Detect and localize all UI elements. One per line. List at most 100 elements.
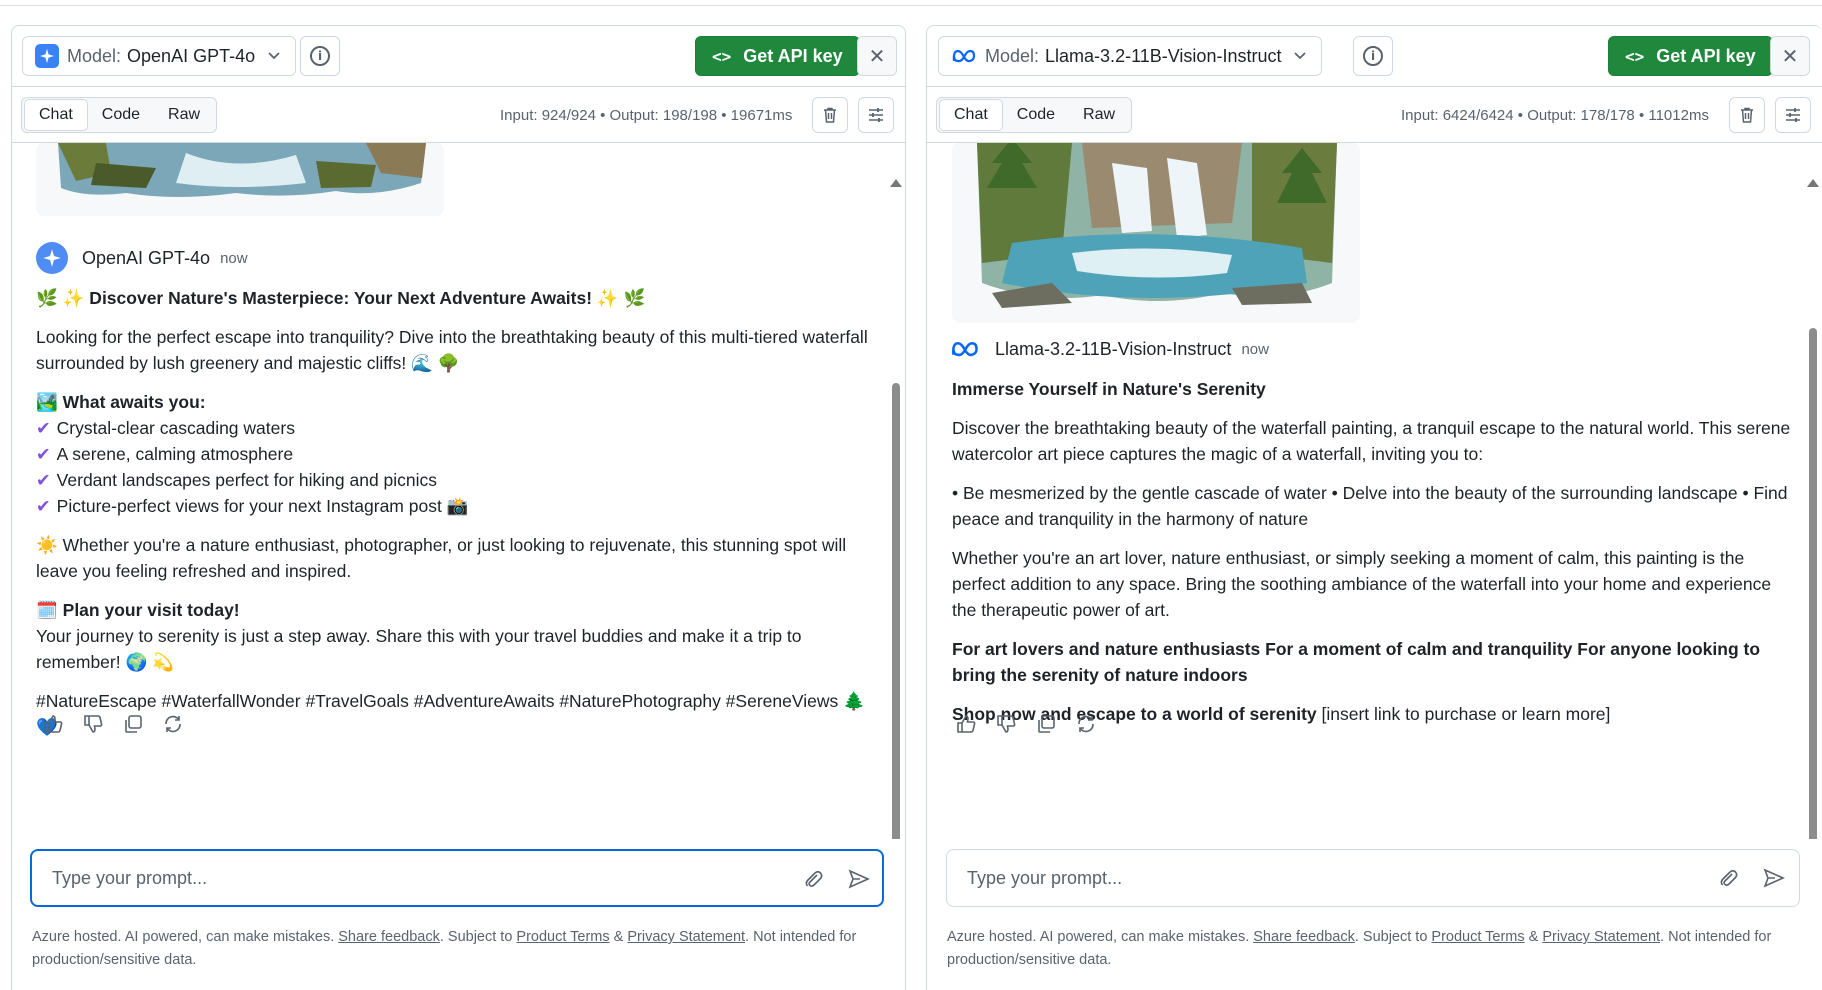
- model-info-button[interactable]: i: [1353, 36, 1393, 76]
- info-icon: i: [1363, 46, 1383, 66]
- chat-panel-llama: Model: Llama-3.2-11B-Vision-Instruct i <…: [926, 25, 1822, 990]
- message-actions: [42, 713, 184, 735]
- share-feedback-link[interactable]: Share feedback: [1253, 929, 1355, 945]
- close-panel-button[interactable]: ✕: [1770, 36, 1810, 76]
- list-item: ✔ Picture-perfect views for your next Ins…: [36, 496, 469, 516]
- meta-icon: [949, 333, 981, 365]
- copy-button[interactable]: [122, 713, 144, 735]
- model-selector[interactable]: Model: OpenAI GPT-4o: [22, 36, 297, 76]
- attached-image: [952, 143, 1360, 323]
- check-icon: ✔: [36, 496, 51, 516]
- copy-icon: [125, 715, 142, 733]
- settings-sliders-icon: [1786, 108, 1800, 122]
- message-para: • Be mesmerized by the gentle cascade of…: [952, 483, 1788, 529]
- chat-scrollbar[interactable]: [1805, 143, 1819, 839]
- model-selector[interactable]: Model: Llama-3.2-11B-Vision-Instruct: [938, 36, 1323, 76]
- code-icon: <>: [712, 46, 732, 66]
- footer-text: &: [609, 929, 628, 945]
- parameters-button[interactable]: [858, 97, 894, 133]
- privacy-statement-link[interactable]: Privacy Statement: [627, 929, 745, 945]
- refresh-icon: [165, 715, 181, 733]
- thumbs-up-button[interactable]: [42, 713, 64, 735]
- close-panel-button[interactable]: ✕: [857, 36, 897, 76]
- send-icon[interactable]: [848, 868, 870, 890]
- info-icon: i: [310, 46, 330, 66]
- refresh-icon: [1078, 715, 1094, 733]
- list-item: ✔ Verdant landscapes perfect for hiking a…: [36, 470, 438, 490]
- tab-code[interactable]: Code: [88, 99, 154, 131]
- check-icon: ✔: [36, 470, 51, 490]
- token-stats: Input: 924/924 • Output: 198/198 • 19671…: [500, 106, 793, 124]
- chat-area: Llama-3.2-11B-Vision-Instruct now Immers…: [927, 143, 1822, 839]
- send-icon[interactable]: [1763, 867, 1785, 889]
- message-para: Whether you're an art lover, nature enth…: [952, 548, 1772, 620]
- paperclip-icon[interactable]: [1717, 867, 1739, 889]
- plan-title: 🗓️ Plan your visit today!: [36, 600, 240, 620]
- tab-raw[interactable]: Raw: [154, 99, 214, 131]
- copy-button[interactable]: [1035, 713, 1057, 735]
- model-name: Llama-3.2-11B-Vision-Instruct: [1045, 45, 1282, 66]
- regenerate-button[interactable]: [1075, 713, 1097, 735]
- tab-chat[interactable]: Chat: [939, 99, 1003, 131]
- trash-icon: [824, 107, 836, 123]
- message-header: Llama-3.2-11B-Vision-Instruct now: [949, 333, 1269, 365]
- close-icon: ✕: [1781, 44, 1799, 68]
- close-icon: ✕: [868, 44, 886, 68]
- thumbs-up-button[interactable]: [955, 713, 977, 735]
- tab-chat[interactable]: Chat: [24, 99, 88, 131]
- tab-code[interactable]: Code: [1003, 99, 1069, 131]
- disclaimer-footer: Azure hosted. AI powered, can make mista…: [32, 926, 892, 972]
- thumbs-down-icon: [997, 715, 1016, 733]
- thumbs-down-button[interactable]: [82, 713, 104, 735]
- message-intro: Looking for the perfect escape into tran…: [36, 327, 868, 373]
- footer-text: Azure hosted. AI powered, can make mista…: [947, 929, 1254, 945]
- view-tabs: Chat Code Raw: [21, 97, 218, 133]
- panel-header: Model: Llama-3.2-11B-Vision-Instruct i <…: [927, 26, 1822, 87]
- chat-scrollbar[interactable]: [888, 143, 902, 839]
- prompt-box: [30, 849, 884, 907]
- disclaimer-footer: Azure hosted. AI powered, can make mista…: [947, 926, 1807, 972]
- scroll-thumb[interactable]: [892, 383, 900, 839]
- scroll-up-arrow[interactable]: [1807, 179, 1819, 187]
- parameters-button[interactable]: [1775, 97, 1811, 133]
- message-author: Llama-3.2-11B-Vision-Instruct: [995, 338, 1232, 359]
- list-item: ✔ Crystal-clear cascading waters: [36, 418, 295, 438]
- thumbs-down-icon: [84, 715, 103, 733]
- get-api-key-label: Get API key: [1656, 45, 1756, 66]
- scroll-thumb[interactable]: [1809, 328, 1817, 839]
- thumbs-up-icon: [957, 715, 976, 733]
- clear-chat-button[interactable]: [1729, 97, 1765, 133]
- prompt-input[interactable]: [52, 867, 772, 889]
- scroll-up-arrow[interactable]: [890, 179, 902, 187]
- message-time: now: [1241, 340, 1269, 358]
- message-author: OpenAI GPT-4o: [82, 247, 211, 268]
- product-terms-link[interactable]: Product Terms: [516, 929, 609, 945]
- copy-icon: [1038, 715, 1055, 733]
- get-api-key-label: Get API key: [743, 45, 843, 66]
- message-actions: [955, 713, 1097, 735]
- message-time: now: [220, 249, 248, 267]
- paperclip-icon[interactable]: [802, 868, 824, 890]
- panel-header: Model: OpenAI GPT-4o i <> Get API key ✕: [12, 26, 905, 87]
- list-item: ✔ A serene, calming atmosphere: [36, 444, 294, 464]
- tab-raw[interactable]: Raw: [1069, 99, 1129, 131]
- share-feedback-link[interactable]: Share feedback: [338, 929, 440, 945]
- get-api-key-button[interactable]: <> Get API key: [695, 36, 860, 76]
- product-terms-link[interactable]: Product Terms: [1431, 929, 1524, 945]
- chevron-down-icon: [1293, 48, 1307, 65]
- chat-area: OpenAI GPT-4o now 🌿 ✨ Discover Nature's …: [12, 143, 905, 839]
- shop-rest: [insert link to purchase or learn more]: [1316, 704, 1611, 724]
- footer-text: . Subject to: [439, 929, 517, 945]
- prompt-input[interactable]: [967, 867, 1687, 889]
- privacy-statement-link[interactable]: Privacy Statement: [1542, 929, 1660, 945]
- clear-chat-button[interactable]: [812, 97, 848, 133]
- thumbs-down-button[interactable]: [995, 713, 1017, 735]
- panel-toolbar: Chat Code Raw Input: 924/924 • Output: 1…: [12, 87, 905, 143]
- check-icon: ✔: [36, 418, 51, 438]
- message-body: Immerse Yourself in Nature's Serenity Di…: [952, 376, 1792, 740]
- code-icon: <>: [1625, 46, 1645, 66]
- regenerate-button[interactable]: [162, 713, 184, 735]
- model-info-button[interactable]: i: [300, 36, 340, 76]
- message-headline: Immerse Yourself in Nature's Serenity: [952, 379, 1266, 399]
- get-api-key-button[interactable]: <> Get API key: [1608, 36, 1773, 76]
